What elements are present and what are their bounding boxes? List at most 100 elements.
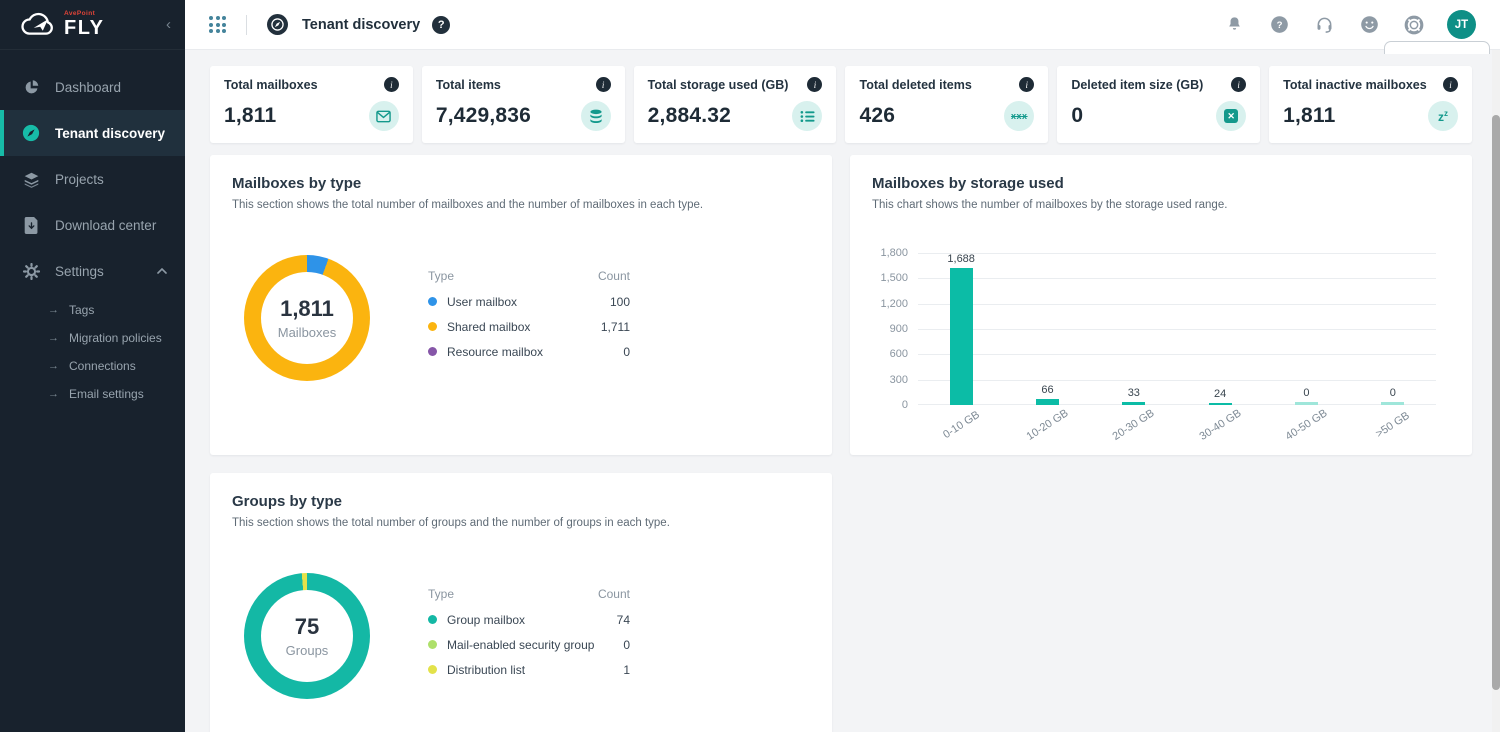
legend-item-user-mailbox[interactable]: User mailbox 100 <box>428 289 630 314</box>
x-tick-label: 20-30 GB <box>1110 407 1157 443</box>
info-icon[interactable]: i <box>383 77 399 92</box>
user-avatar[interactable]: JT <box>1447 10 1476 39</box>
panel-subtitle: This section shows the total number of m… <box>232 199 704 211</box>
info-icon[interactable]: i <box>1231 77 1247 92</box>
deleted-items-icon: xxx <box>1004 101 1035 131</box>
bar[interactable] <box>1294 402 1318 405</box>
main-area: Tenant discovery ? ? JT Total mailboxes … <box>185 0 1500 732</box>
donut-ring[interactable]: 1,811 Mailboxes <box>244 255 370 381</box>
sidebar-submenu: → Tags → Migration policies → Connections → Ema… <box>0 296 185 408</box>
download-icon <box>22 216 40 234</box>
sidebar: AvePoint FLY ‹ Dashboard Tenant discovery… <box>0 0 185 732</box>
legend-header: Type Count <box>428 269 630 289</box>
bar[interactable] <box>1208 403 1232 405</box>
legend-item-shared-mailbox[interactable]: Shared mailbox 1,711 <box>428 314 630 339</box>
feedback-smiley-icon[interactable] <box>1357 13 1381 37</box>
donut-ring[interactable]: 75 Groups <box>244 573 370 699</box>
x-tick-label: 0-10 GB <box>940 408 982 442</box>
legend-item-mail-enabled-security-group[interactable]: Mail-enabled security group 0 <box>428 632 630 657</box>
notifications-bell-icon[interactable] <box>1222 13 1246 37</box>
legend-name: Mail-enabled security group <box>447 637 595 652</box>
sidebar-item-download-center[interactable]: Download center <box>0 202 185 248</box>
bar-slot-30-40-gb: 24 <box>1177 253 1263 405</box>
sidebar-subitem-connections[interactable]: → Connections <box>0 352 185 380</box>
donut-total-value: 75 <box>294 614 320 639</box>
stat-label: Total inactive mailboxes <box>1283 77 1427 92</box>
legend-count: 100 <box>609 294 630 309</box>
stat-card-total-mailboxes: Total mailboxes i 1,811 <box>210 66 413 143</box>
chevron-up-icon <box>157 268 167 274</box>
box-x-icon: ✕ <box>1216 101 1247 131</box>
bar[interactable] <box>949 268 973 405</box>
sleep-icon: zz <box>1427 101 1458 131</box>
x-tick-label: >50 GB <box>1373 409 1412 441</box>
mailboxes-donut-chart: 1,811 Mailboxes Type Count User mailbox 1… <box>232 255 810 381</box>
bar[interactable] <box>1381 402 1405 405</box>
legend-count: 0 <box>623 637 630 652</box>
sidebar-collapse-chevron-icon[interactable]: ‹ <box>166 16 171 33</box>
topbar-divider <box>246 14 247 35</box>
vertical-scrollbar-thumb[interactable] <box>1492 115 1500 690</box>
app-launcher-icon[interactable] <box>209 16 226 33</box>
legend-name: Distribution list <box>447 662 526 677</box>
legend-item-distribution-list[interactable]: Distribution list 1 <box>428 657 630 682</box>
sidebar-nav: Dashboard Tenant discovery Projects Downloa… <box>0 64 185 408</box>
bar-value-label: 1,688 <box>947 253 975 265</box>
support-headset-icon[interactable] <box>1312 13 1336 37</box>
legend-item-group-mailbox[interactable]: Group mailbox 74 <box>428 607 630 632</box>
legend-name: Shared mailbox <box>447 319 531 334</box>
panel-title: Mailboxes by type <box>232 175 362 192</box>
sidebar-item-projects[interactable]: Projects <box>0 156 185 202</box>
sidebar-item-label: Tenant discovery <box>55 125 166 141</box>
bar-value-label: 0 <box>1303 387 1310 399</box>
sidebar-item-tenant-discovery[interactable]: Tenant discovery <box>0 110 185 156</box>
sidebar-subitem-label: Email settings <box>69 387 144 401</box>
legend-name: User mailbox <box>447 294 518 309</box>
page-help-icon[interactable]: ? <box>432 15 451 34</box>
page-title: Tenant discovery <box>302 16 421 33</box>
vertical-scrollbar-track[interactable] <box>1492 50 1500 732</box>
info-icon[interactable]: i <box>1019 77 1035 92</box>
lifebuoy-icon[interactable] <box>1402 13 1426 37</box>
donut-center: 75 Groups <box>261 590 353 682</box>
stat-label: Deleted item size (GB) <box>1071 77 1204 92</box>
legend-dot <box>428 615 437 624</box>
legend: Type Count User mailbox 100 Shared mailbox… <box>428 269 630 364</box>
list-icon <box>792 101 823 131</box>
stat-card-deleted-item-size-gb-: Deleted item size (GB) i 0 ✕ <box>1057 66 1261 143</box>
brand-wordmark: AvePoint FLY <box>64 10 104 38</box>
info-icon[interactable]: i <box>1442 77 1458 92</box>
x-tick--50-gb: >50 GB <box>1350 410 1436 441</box>
sidebar-item-dashboard[interactable]: Dashboard <box>0 64 185 110</box>
sidebar-subitem-email-settings[interactable]: → Email settings <box>0 380 185 408</box>
info-icon[interactable]: i <box>807 77 823 92</box>
help-question-icon[interactable]: ? <box>1267 13 1291 37</box>
svg-text:?: ? <box>1276 20 1282 31</box>
sidebar-subitem-tags[interactable]: → Tags <box>0 296 185 324</box>
legend-item-resource-mailbox[interactable]: Resource mailbox 0 <box>428 339 630 364</box>
layers-icon <box>22 170 40 188</box>
bar-value-label: 24 <box>1214 388 1227 400</box>
stat-value: 1,811 <box>1283 104 1336 127</box>
bar-value-label: 33 <box>1127 387 1140 399</box>
sidebar-subitem-migration-policies[interactable]: → Migration policies <box>0 324 185 352</box>
bar[interactable] <box>1122 402 1146 405</box>
legend-dot <box>428 665 437 674</box>
stat-card-total-items: Total items i 7,429,836 <box>421 66 625 143</box>
bar[interactable] <box>1035 399 1059 405</box>
y-tick-label: 300 <box>889 374 908 386</box>
y-tick-label: 1,500 <box>880 272 908 284</box>
sidebar-subitem-label: Connections <box>69 359 136 373</box>
legend-dot <box>428 297 437 306</box>
stat-value: 426 <box>859 104 896 127</box>
legend-rows: Group mailbox 74 Mail-enabled security gro… <box>428 607 630 682</box>
bar-slot-40-50-gb: 0 <box>1263 253 1349 405</box>
y-tick-label: 0 <box>901 399 908 411</box>
sidebar-item-label: Download center <box>55 217 157 233</box>
groups-donut-chart: 75 Groups Type Count Group mailbox 74 Mail… <box>232 573 810 699</box>
bar-value-label: 66 <box>1041 384 1054 396</box>
sidebar-item-settings[interactable]: Settings <box>0 248 185 294</box>
stat-card-total-storage-used-gb-: Total storage used (GB) i 2,884.32 <box>633 66 837 143</box>
info-icon[interactable]: i <box>595 77 611 92</box>
arrow-right-icon: → <box>48 332 59 344</box>
